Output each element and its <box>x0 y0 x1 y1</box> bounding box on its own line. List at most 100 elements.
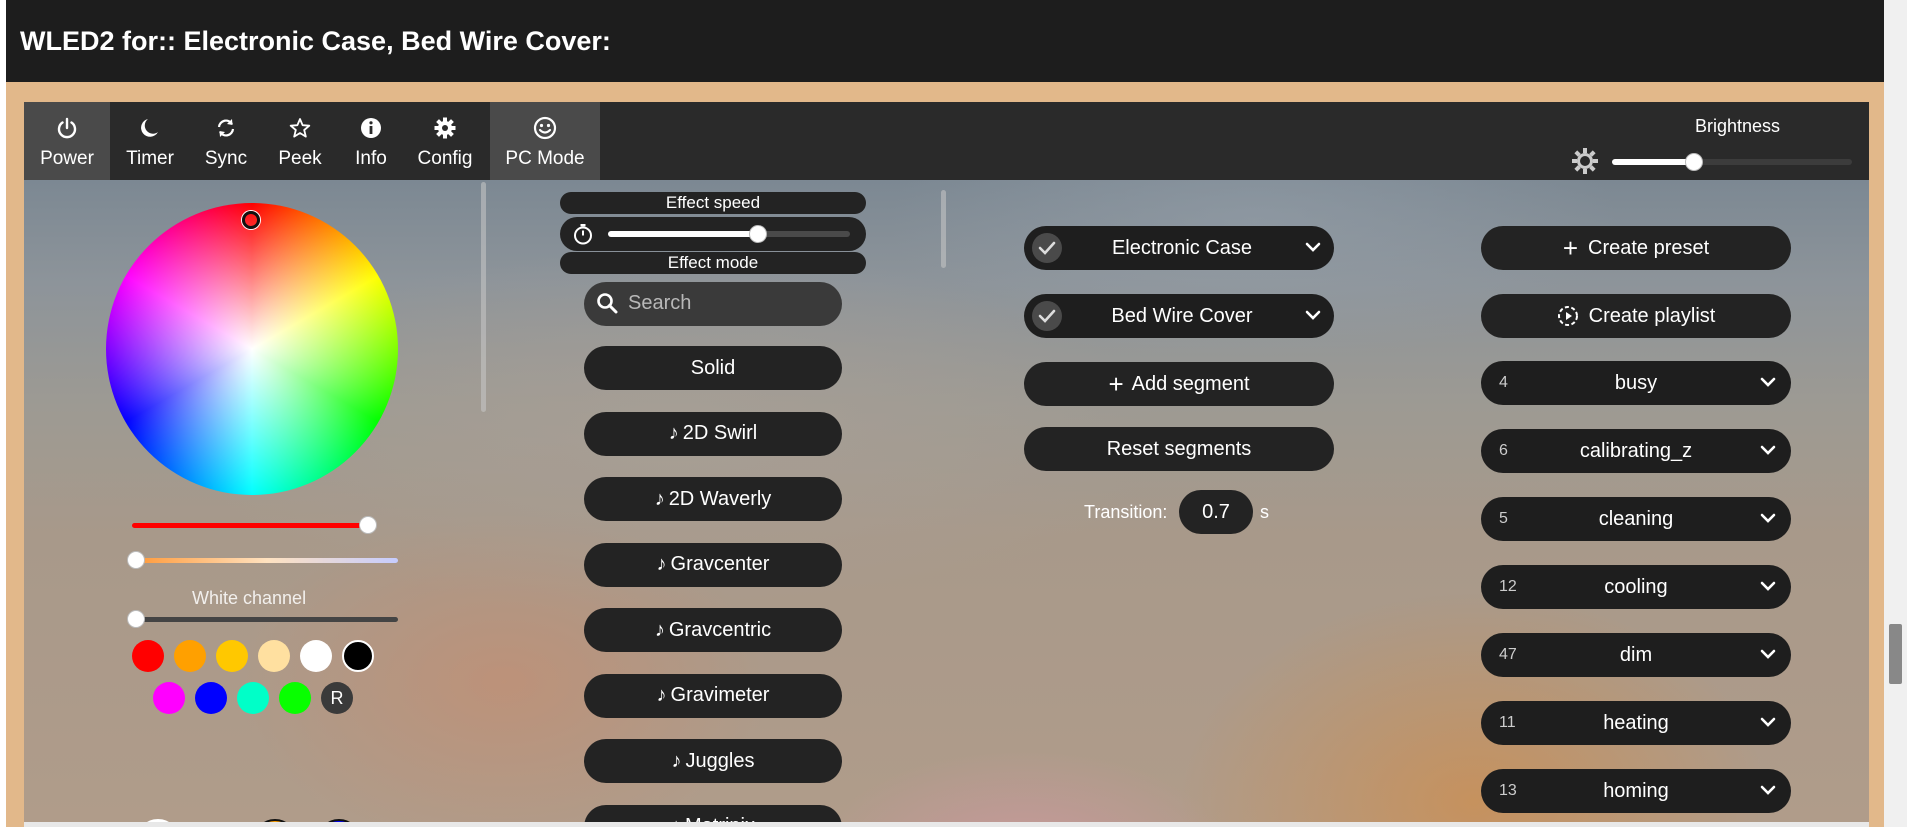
tab-info[interactable]: Info <box>338 102 404 180</box>
music-note-icon: ♪ <box>671 749 682 772</box>
brightness-label: Brightness <box>1695 116 1781 136</box>
white-channel-slider-knob[interactable] <box>127 610 145 628</box>
chevron-down-icon[interactable] <box>1759 441 1777 464</box>
chevron-down-icon[interactable] <box>1759 373 1777 396</box>
random-color-button[interactable]: R <box>321 682 353 714</box>
effect-item-label: Gravcentric <box>668 618 772 641</box>
chevron-down-icon[interactable] <box>1759 577 1777 600</box>
transition-input[interactable]: 0.7 <box>1179 490 1253 534</box>
preset-item[interactable]: 12 cooling <box>1481 565 1791 609</box>
scrollbar-thumb[interactable] <box>1889 624 1902 684</box>
tab-pc-mode[interactable]: PC Mode <box>490 102 600 180</box>
palette-swatch[interactable] <box>237 682 269 714</box>
preset-id: 6 <box>1499 442 1508 459</box>
preset-id: 12 <box>1499 578 1517 595</box>
top-nav-bar: Power Timer Sync Peek Info Config PC Mod… <box>24 102 1869 180</box>
transition-label: Transition: <box>1084 502 1168 522</box>
search-placeholder: Search <box>628 292 692 314</box>
palette-swatch[interactable] <box>174 640 206 672</box>
effect-item[interactable]: ♪ Gravcentric <box>584 608 842 652</box>
effect-item-label: 2D Swirl <box>682 422 758 444</box>
preset-item[interactable]: 6 calibrating_z <box>1481 429 1791 473</box>
moon-icon <box>110 116 190 140</box>
effect-item-label: 2D Waverly <box>668 487 772 510</box>
tab-sync[interactable]: Sync <box>190 102 262 180</box>
chevron-down-icon[interactable] <box>1304 306 1322 330</box>
effect-item[interactable]: Solid <box>584 346 842 390</box>
palette-swatch[interactable] <box>132 640 164 672</box>
preset-item[interactable]: 5 cleaning <box>1481 497 1791 541</box>
hue-slider[interactable] <box>132 516 377 534</box>
star-icon <box>262 116 338 140</box>
effect-speed-control <box>560 217 866 251</box>
preset-name: homing <box>1603 780 1669 802</box>
effect-item[interactable]: ♪ Gravcenter <box>584 542 842 587</box>
palette-swatch[interactable] <box>279 682 311 714</box>
create-preset-label: Create preset <box>1588 236 1710 259</box>
brightness-slider-knob[interactable] <box>1684 153 1703 171</box>
search-icon <box>596 292 618 320</box>
preset-item[interactable]: 4 busy <box>1481 361 1791 405</box>
chevron-down-icon[interactable] <box>1759 781 1777 804</box>
effect-item[interactable]: ♪ Juggles <box>584 739 842 783</box>
segment-name: Bed Wire Cover <box>1111 305 1253 327</box>
create-playlist-button[interactable]: Create playlist <box>1481 294 1791 338</box>
music-note-icon: ♪ <box>654 487 665 510</box>
page-scrollbar[interactable] <box>1884 0 1907 827</box>
effect-mode-label: Effect mode <box>560 252 866 274</box>
effect-speed-label: Effect speed <box>560 192 866 214</box>
page-title: WLED2 for:: Electronic Case, Bed Wire Co… <box>20 26 611 56</box>
tab-timer[interactable]: Timer <box>110 102 190 180</box>
preset-name: cleaning <box>1598 508 1674 530</box>
brightness-slider[interactable] <box>1612 153 1852 171</box>
effect-item-label: Gravcenter <box>670 553 770 575</box>
color-wheel-cursor[interactable] <box>242 211 260 229</box>
color-wheel[interactable] <box>106 203 398 495</box>
checkmark-icon[interactable] <box>1032 233 1062 263</box>
effect-item[interactable]: ♪ 2D Swirl <box>584 411 842 456</box>
preset-item[interactable]: 13 homing <box>1481 769 1791 813</box>
palette-swatch[interactable] <box>258 640 290 672</box>
effect-search-input[interactable]: Search <box>584 282 842 326</box>
effect-speed-slider-knob[interactable] <box>749 225 768 243</box>
cct-slider[interactable] <box>127 551 398 569</box>
white-channel-slider[interactable] <box>127 610 398 628</box>
preset-item[interactable]: 47 dim <box>1481 633 1791 677</box>
reset-segments-button[interactable]: Reset segments <box>1024 427 1334 471</box>
palette-swatch[interactable] <box>300 640 332 672</box>
tab-power[interactable]: Power <box>24 102 110 180</box>
column-divider <box>941 190 946 268</box>
palette-swatch[interactable] <box>195 682 227 714</box>
cct-slider-knob[interactable] <box>127 551 145 569</box>
palette-swatch[interactable] <box>342 640 374 672</box>
chevron-down-icon[interactable] <box>1759 713 1777 736</box>
effect-item-label: Gravimeter <box>670 684 770 706</box>
effect-speed-text: Effect speed <box>665 193 761 212</box>
chevron-down-icon[interactable] <box>1304 238 1322 262</box>
tab-config[interactable]: Config <box>404 102 486 180</box>
effect-item[interactable]: ♪ 2D Waverly <box>584 477 842 521</box>
effect-item[interactable]: ♪ Gravimeter <box>584 673 842 718</box>
segment-electronic-case[interactable]: Electronic Case <box>1024 226 1334 270</box>
checkmark-icon[interactable] <box>1032 301 1062 331</box>
stopwatch-icon <box>572 223 594 251</box>
chevron-down-icon[interactable] <box>1759 645 1777 668</box>
segment-bed-wire-cover[interactable]: Bed Wire Cover <box>1024 294 1334 338</box>
status-strip <box>24 822 1869 827</box>
create-preset-button[interactable]: + Create preset <box>1481 226 1791 270</box>
sync-icon <box>190 116 262 140</box>
tab-peek[interactable]: Peek <box>262 102 338 180</box>
chevron-down-icon[interactable] <box>1759 509 1777 532</box>
preset-item[interactable]: 11 heating <box>1481 701 1791 745</box>
effect-mode-text: Effect mode <box>667 253 759 272</box>
palette-swatch[interactable] <box>153 682 185 714</box>
plus-icon: + <box>1108 369 1124 399</box>
preset-id: 11 <box>1499 714 1516 731</box>
effect-speed-slider[interactable] <box>608 225 850 243</box>
add-segment-button[interactable]: + Add segment <box>1024 362 1334 406</box>
music-note-icon: ♪ <box>668 422 679 444</box>
tab-peek-label: Peek <box>278 148 322 169</box>
preset-name: calibrating_z <box>1579 440 1693 462</box>
hue-slider-knob[interactable] <box>359 516 377 534</box>
palette-swatch[interactable] <box>216 640 248 672</box>
